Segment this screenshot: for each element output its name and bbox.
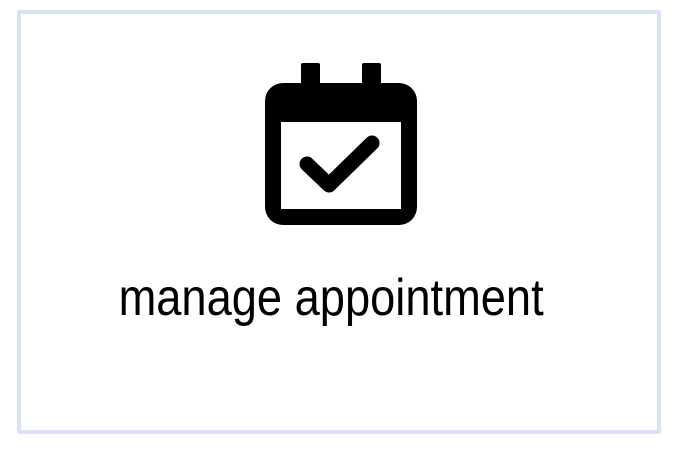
manage-appointment-tile[interactable]: manage appointment: [17, 10, 661, 434]
tile-label: manage appointment: [118, 269, 544, 327]
calendar-check-icon: [265, 63, 417, 225]
